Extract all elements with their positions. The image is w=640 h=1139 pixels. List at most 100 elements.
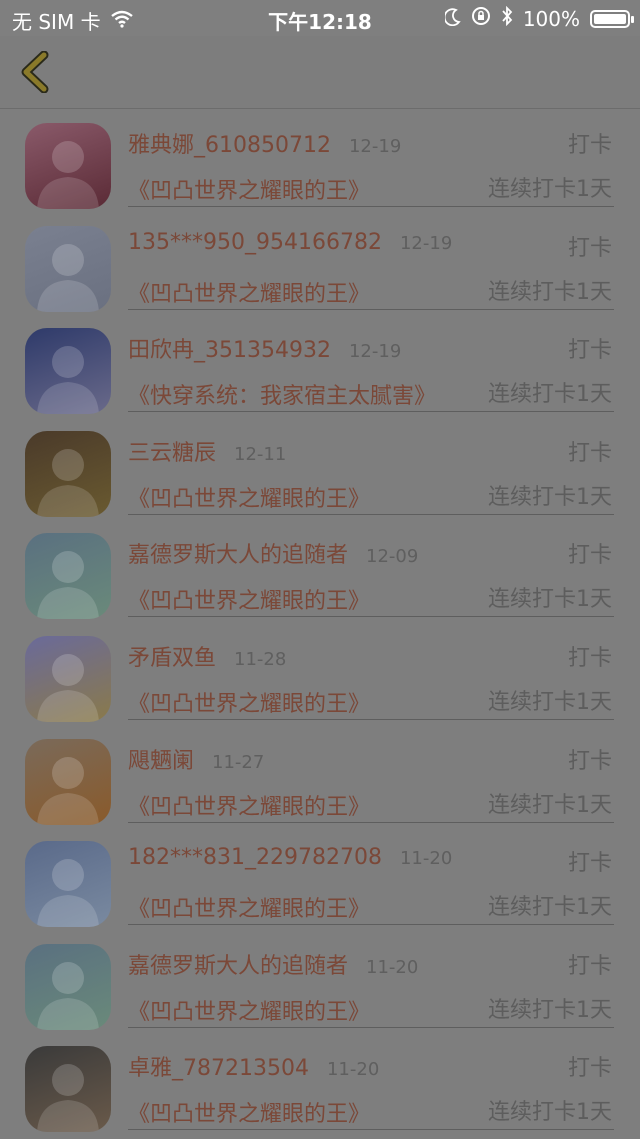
list-item[interactable]: 雅典娜_610850712 12-19 打卡《凹凸世界之耀眼的王》 连续打卡1天 bbox=[0, 109, 640, 212]
entry-date: 11-20 bbox=[366, 956, 419, 978]
chevron-left-icon bbox=[21, 51, 49, 93]
row-divider bbox=[128, 308, 614, 310]
list-item[interactable]: 182***831_229782708 11-20 打卡 《凹凸世界之耀眼的王》 连续打… bbox=[0, 827, 640, 930]
streak-label: 连续打卡1天 bbox=[488, 484, 612, 510]
user-name[interactable]: 飓魉阑 11-27 bbox=[128, 743, 264, 775]
streak-label: 连续打卡1天 bbox=[488, 1100, 612, 1126]
entry-date: 11-20 bbox=[326, 1059, 380, 1081]
battery-icon bbox=[590, 9, 634, 28]
avatar[interactable] bbox=[25, 841, 111, 928]
streak-label: 连续打卡1天 bbox=[488, 279, 612, 305]
user-name[interactable]: 矛盾双鱼 11-28 bbox=[128, 640, 286, 672]
book-title-link[interactable]: 《凹凸世界之耀眼的王》 bbox=[128, 1096, 370, 1128]
streak-label: 连续打卡1天 bbox=[488, 587, 612, 613]
avatar[interactable] bbox=[25, 225, 111, 312]
user-name-text[interactable]: 飓魉阑 bbox=[128, 749, 194, 774]
streak-label: 连续打卡1天 bbox=[488, 997, 612, 1023]
row-divider bbox=[128, 924, 614, 926]
checkin-label: 打卡 bbox=[567, 133, 612, 158]
user-name-text[interactable]: 嘉德罗斯大人的追随者 bbox=[128, 543, 348, 568]
checkin-label: 打卡 bbox=[567, 953, 612, 979]
checkin-label: 打卡 bbox=[567, 235, 612, 261]
avatar[interactable] bbox=[25, 635, 111, 722]
list-item[interactable]: 三云糖辰 12-11 打卡《凹凸世界之耀眼的王》 连续打卡1天 bbox=[0, 417, 640, 520]
book-title-link[interactable]: 《快穿系统：我家宿主太腻害》 bbox=[128, 378, 436, 410]
row-divider bbox=[128, 616, 614, 618]
book-title-link[interactable]: 《凹凸世界之耀眼的王》 bbox=[128, 994, 370, 1026]
user-name-text[interactable]: 嘉德罗斯大人的追随者 bbox=[128, 954, 348, 979]
avatar[interactable] bbox=[25, 328, 111, 415]
status-bar: 无 SIM 卡 下午12:18 100% bbox=[0, 0, 640, 36]
row-divider bbox=[128, 206, 614, 207]
user-name-text[interactable]: 矛盾双鱼 bbox=[128, 646, 216, 671]
list-item[interactable]: 嘉德罗斯大人的追随者 12-09 打卡《凹凸世界之耀眼的王》 连续打卡1天 bbox=[0, 519, 640, 622]
checkin-label: 打卡 bbox=[567, 645, 612, 671]
avatar[interactable] bbox=[25, 430, 111, 517]
row-divider bbox=[128, 718, 614, 720]
user-name-text[interactable]: 雅典娜_610850712 bbox=[128, 133, 331, 158]
avatar[interactable] bbox=[25, 123, 111, 209]
checkin-label: 打卡 bbox=[567, 440, 612, 466]
book-title-link[interactable]: 《凹凸世界之耀眼的王》 bbox=[128, 583, 370, 615]
checkin-list: 雅典娜_610850712 12-19 打卡 《凹凸世界之耀眼的王》 连续打卡1天 135… bbox=[0, 109, 640, 1135]
user-name-text[interactable]: 182***831_229782708 bbox=[128, 845, 382, 870]
book-title-link[interactable]: 《凹凸世界之耀眼的王》 bbox=[128, 789, 370, 821]
row-divider bbox=[128, 1026, 614, 1028]
checkin-label: 打卡 bbox=[567, 338, 612, 364]
book-title-link[interactable]: 《凹凸世界之耀眼的王》 bbox=[128, 173, 370, 205]
row-divider bbox=[128, 411, 614, 413]
checkin-label: 打卡 bbox=[567, 748, 612, 774]
user-name[interactable]: 三云糖辰 12-11 bbox=[128, 435, 286, 467]
entry-date: 12-19 bbox=[348, 341, 402, 363]
book-title-link[interactable]: 《凹凸世界之耀眼的王》 bbox=[128, 481, 370, 513]
back-button[interactable] bbox=[10, 46, 60, 98]
list-item[interactable]: 田欣冉_351354932 12-19 打卡《快穿系统：我家宿主太腻害》 连续打卡1天 bbox=[0, 314, 640, 417]
avatar[interactable] bbox=[25, 1046, 111, 1133]
entry-date: 11-28 bbox=[234, 648, 287, 670]
book-title-link[interactable]: 《凹凸世界之耀眼的王》 bbox=[128, 686, 370, 718]
entry-date: 11-20 bbox=[399, 848, 453, 870]
row-divider bbox=[128, 821, 614, 823]
user-name[interactable]: 雅典娜_610850712 12-19 bbox=[128, 127, 401, 159]
user-name[interactable]: 田欣冉_351354932 12-19 bbox=[128, 332, 401, 364]
battery-percent: 100% bbox=[522, 6, 580, 31]
user-name[interactable]: 182***831_229782708 11-20 bbox=[128, 845, 452, 870]
user-name[interactable]: 嘉德罗斯大人的追随者 11-20 bbox=[128, 948, 418, 980]
streak-label: 连续打卡1天 bbox=[488, 895, 612, 921]
avatar[interactable] bbox=[25, 738, 111, 825]
checkin-label: 打卡 bbox=[567, 1056, 612, 1082]
streak-label: 连续打卡1天 bbox=[488, 689, 612, 715]
bluetooth-icon bbox=[501, 5, 513, 31]
user-name-text[interactable]: 卓雅_787213504 bbox=[128, 1056, 309, 1081]
user-name-text[interactable]: 135***950_954166782 bbox=[128, 230, 382, 255]
nav-bar bbox=[0, 36, 640, 109]
list-item[interactable]: 嘉德罗斯大人的追随者 11-20 打卡《凹凸世界之耀眼的王》 连续打卡1天 bbox=[0, 930, 640, 1033]
list-item[interactable]: 卓雅_787213504 11-20 打卡《凹凸世界之耀眼的王》 连续打卡1天 bbox=[0, 1032, 640, 1135]
rotation-lock-icon bbox=[471, 6, 491, 31]
user-name[interactable]: 嘉德罗斯大人的追随者 12-09 bbox=[128, 537, 418, 569]
status-right: 100% bbox=[443, 5, 634, 31]
user-name[interactable]: 卓雅_787213504 11-20 bbox=[128, 1050, 379, 1082]
streak-label: 连续打卡1天 bbox=[488, 177, 612, 202]
user-name[interactable]: 135***950_954166782 12-19 bbox=[128, 230, 452, 255]
entry-date: 12-11 bbox=[234, 443, 287, 465]
entry-date: 11-27 bbox=[212, 751, 265, 773]
entry-date: 12-09 bbox=[366, 546, 419, 568]
book-title-link[interactable]: 《凹凸世界之耀眼的王》 bbox=[128, 891, 370, 923]
streak-label: 连续打卡1天 bbox=[488, 382, 612, 408]
user-name-text[interactable]: 田欣冉_351354932 bbox=[128, 338, 331, 363]
book-title-link[interactable]: 《凹凸世界之耀眼的王》 bbox=[128, 276, 370, 308]
entry-date: 12-19 bbox=[348, 136, 402, 157]
avatar[interactable] bbox=[25, 943, 111, 1030]
list-item[interactable]: 飓魉阑 11-27 打卡《凹凸世界之耀眼的王》 连续打卡1天 bbox=[0, 725, 640, 828]
streak-label: 连续打卡1天 bbox=[488, 792, 612, 818]
user-name-text[interactable]: 三云糖辰 bbox=[128, 441, 216, 466]
checkin-label: 打卡 bbox=[567, 543, 612, 569]
moon-icon bbox=[443, 7, 461, 31]
avatar[interactable] bbox=[25, 533, 111, 620]
row-divider bbox=[128, 513, 614, 515]
list-item[interactable]: 矛盾双鱼 11-28 打卡《凹凸世界之耀眼的王》 连续打卡1天 bbox=[0, 622, 640, 725]
row-divider bbox=[128, 1129, 614, 1131]
entry-date: 12-19 bbox=[399, 232, 453, 254]
list-item[interactable]: 135***950_954166782 12-19 打卡《凹凸世界之耀眼的王》 连续打… bbox=[0, 212, 640, 315]
